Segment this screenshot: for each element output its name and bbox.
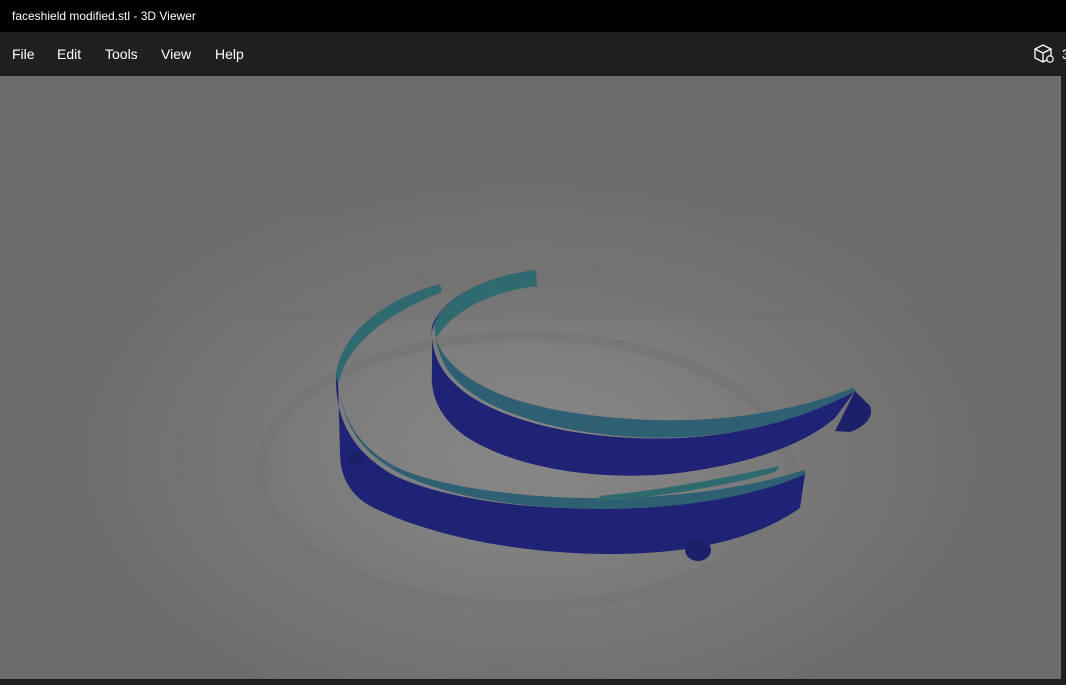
menu-help[interactable]: Help: [215, 46, 244, 62]
window-title: faceshield modified.stl - 3D Viewer: [12, 9, 196, 23]
menu-bar: File Edit Tools View Help 3: [0, 32, 1066, 76]
3d-cube-icon: [1034, 44, 1054, 63]
menu-edit[interactable]: Edit: [57, 46, 81, 62]
viewport-bottom-edge: [0, 679, 1061, 685]
viewport-right-edge: [1061, 76, 1066, 685]
menu-view[interactable]: View: [161, 46, 191, 62]
faceshield-model[interactable]: [0, 76, 1061, 679]
mixed-reality-button[interactable]: 3: [1032, 43, 1066, 65]
title-bar: faceshield modified.stl - 3D Viewer: [0, 0, 1066, 32]
3d-viewport[interactable]: [0, 76, 1061, 679]
mixed-reality-label: 3: [1062, 46, 1066, 62]
menu-file[interactable]: File: [12, 46, 35, 62]
menu-tools[interactable]: Tools: [105, 46, 138, 62]
